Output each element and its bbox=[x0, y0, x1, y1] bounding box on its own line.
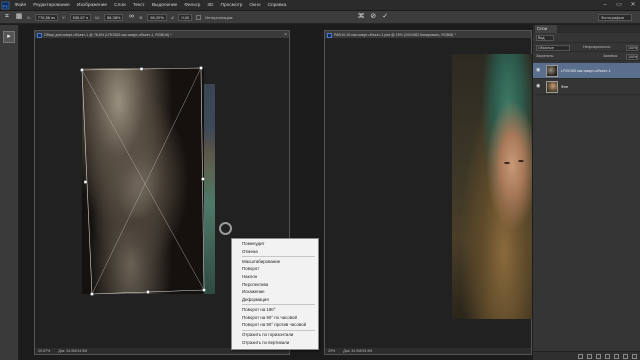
adjustment-icon[interactable] bbox=[605, 353, 610, 359]
transform-context-menu: Поменудит Отмена Масштабирование Поворот… bbox=[231, 238, 319, 350]
menu-item-scale[interactable]: Масштабирование bbox=[232, 258, 318, 266]
document-title-right: PAR10-39 как смарт-объект-1.psd @ 15% (1… bbox=[334, 33, 456, 37]
fill-label: Заливка: bbox=[603, 54, 618, 58]
status-bar-right: 29% Док: 34,9M/34,9M bbox=[325, 347, 531, 354]
photo-eye bbox=[504, 162, 510, 164]
opacity-label: Непрозрачность: bbox=[583, 45, 612, 49]
mask-icon[interactable] bbox=[596, 353, 601, 359]
lock-label: Закрепить: bbox=[536, 54, 555, 58]
opacity-field[interactable]: 100% bbox=[626, 44, 638, 51]
layer-filter-select[interactable]: Вид bbox=[536, 35, 554, 41]
layer-row-smart-object[interactable]: ◉ LFIDS83 как смарт-объект-1 bbox=[533, 63, 640, 79]
layer-thumbnail bbox=[546, 65, 558, 77]
tab-layers[interactable]: Слои bbox=[535, 25, 557, 33]
layer-name: Фон bbox=[561, 85, 569, 89]
menu-item-cancel[interactable]: Отмена bbox=[232, 248, 318, 256]
blend-mode-select[interactable]: Обычные bbox=[536, 44, 570, 51]
doc-size-right: Док: 34,9M/34,9M bbox=[343, 349, 373, 353]
visibility-eye-icon[interactable]: ◉ bbox=[536, 68, 542, 73]
trash-icon[interactable] bbox=[632, 353, 637, 359]
menu-item-perspective[interactable]: Перспектива bbox=[232, 281, 318, 289]
rotate-cursor-icon bbox=[219, 222, 232, 235]
link-layers-icon[interactable] bbox=[578, 353, 583, 359]
menu-item-rotate-90-ccw[interactable]: Поворот на 90° против часовой bbox=[232, 321, 318, 329]
zoom-level-right[interactable]: 29% bbox=[328, 349, 335, 353]
visibility-eye-icon[interactable]: ◉ bbox=[536, 84, 542, 89]
menu-item-warp[interactable]: Деформация bbox=[232, 296, 318, 304]
menu-item-skew[interactable]: Наклон bbox=[232, 273, 318, 281]
fx-icon[interactable] bbox=[587, 353, 592, 359]
blend-row: Обычные Непрозрачность: 100% bbox=[533, 43, 640, 52]
layer-name: LFIDS83 как смарт-объект-1 bbox=[561, 69, 611, 73]
menu-item-rotate[interactable]: Поворот bbox=[232, 265, 318, 273]
menu-item-flip-horizontal[interactable]: Отразить по горизонтали bbox=[232, 331, 318, 339]
panel-tab-bar: Слои bbox=[533, 25, 640, 33]
document-icon bbox=[327, 32, 332, 38]
lock-row: Закрепить: Заливка: 100% bbox=[533, 52, 640, 61]
group-icon[interactable] bbox=[614, 353, 619, 359]
menu-item-scrub[interactable]: Поменудит bbox=[232, 240, 318, 248]
layers-panel: Слои Вид Обычные Непрозрачность: 100% За… bbox=[532, 25, 640, 360]
layer-row-background[interactable]: ◉ Фон bbox=[533, 79, 640, 95]
girl-portrait-image bbox=[452, 54, 532, 319]
menu-item-distort[interactable]: Искажение bbox=[232, 288, 318, 296]
menu-item-flip-vertical[interactable]: Отразить по вертикали bbox=[232, 339, 318, 347]
menu-item-rotate-180[interactable]: Поворот на 180° bbox=[232, 306, 318, 314]
layers-panel-footer bbox=[533, 351, 640, 360]
layer-filter-row: Вид bbox=[533, 34, 640, 43]
photo-eye bbox=[518, 160, 524, 162]
fill-field[interactable]: 100% bbox=[626, 53, 638, 60]
menu-item-rotate-90-cw[interactable]: Поворот на 90° по часовой bbox=[232, 314, 318, 322]
document-tab-right[interactable]: PAR10-39 как смарт-объект-1.psd @ 15% (1… bbox=[325, 31, 531, 39]
layer-thumbnail bbox=[546, 81, 558, 93]
new-layer-icon[interactable] bbox=[623, 353, 628, 359]
